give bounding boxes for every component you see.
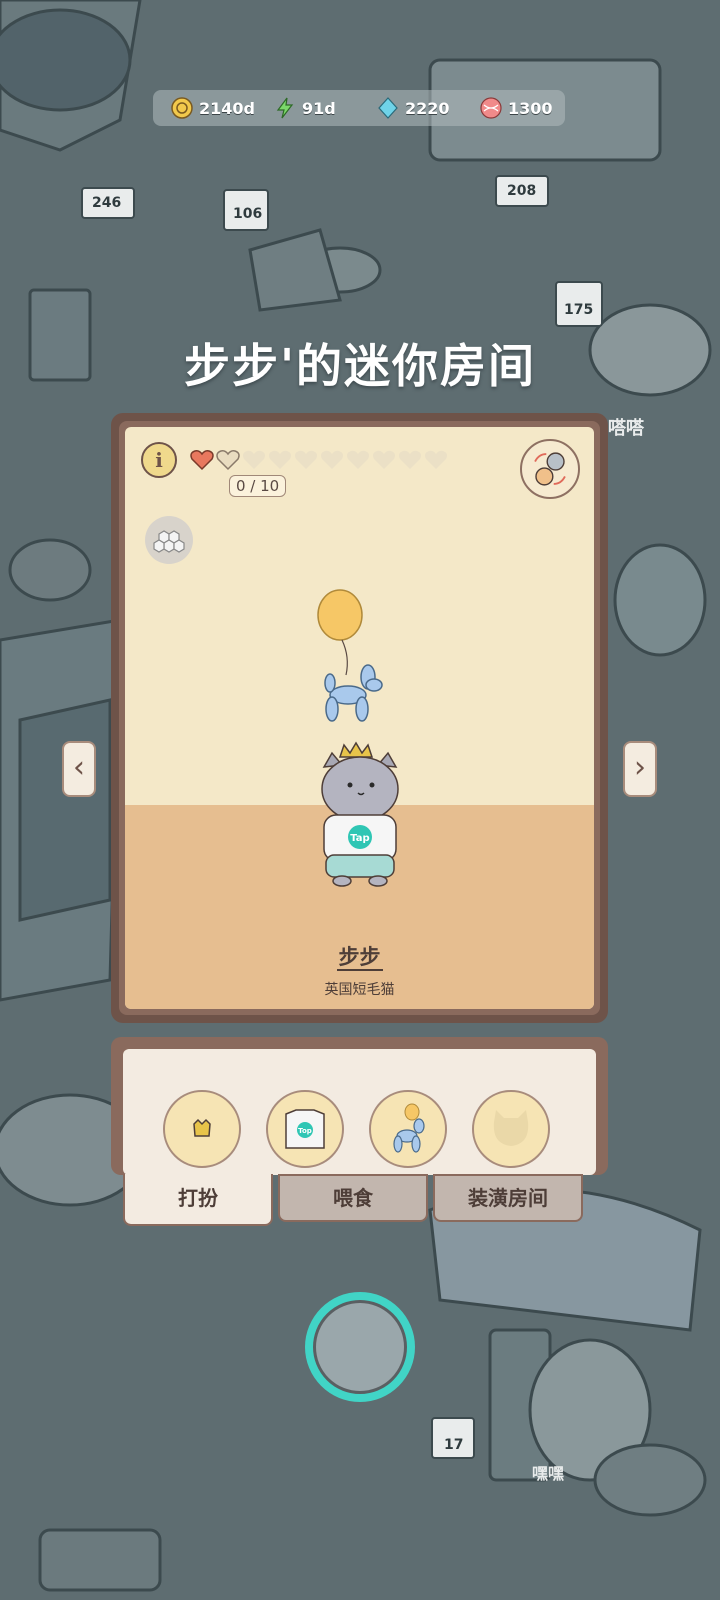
tap-shirt-icon: Top: [285, 1109, 325, 1149]
tab-dressup[interactable]: 打扮: [123, 1174, 273, 1226]
sign-246: 246: [92, 195, 122, 211]
diamond-value: 2220: [405, 98, 450, 118]
svg-text:Top: Top: [298, 1127, 312, 1135]
room-title: 步步'的迷你房间: [183, 339, 537, 393]
affection-progress: 0 / 10: [229, 475, 287, 497]
coin-counter[interactable]: 2140d: [153, 97, 256, 119]
heart-empty-icon: [319, 449, 345, 471]
heart-empty-icon: [371, 449, 397, 471]
next-cat-button[interactable]: ›: [623, 741, 657, 797]
balloon-dog-toy[interactable]: [310, 587, 390, 727]
cat-swap-icon: [534, 452, 566, 486]
sound-text-2: 嘿嘿: [532, 1464, 565, 1483]
diamond-counter[interactable]: 2220: [359, 97, 462, 119]
slot-toy[interactable]: [369, 1090, 447, 1168]
tab-decorate-room[interactable]: 装潢房间: [433, 1174, 583, 1222]
heart-empty-icon: [423, 449, 449, 471]
yarn-ball-icon: [480, 97, 502, 119]
affection-hearts: [189, 449, 449, 471]
coin-icon: [171, 97, 193, 119]
coin-value: 2140d: [199, 98, 255, 118]
sign-175: 175: [564, 302, 594, 318]
honeycomb-button[interactable]: [145, 516, 193, 564]
heart-empty-icon: [267, 449, 293, 471]
yarn-value: 1300: [508, 98, 553, 118]
room-frame: i 0 / 10 Tap 步步 英国短毛猫: [111, 413, 608, 1023]
tab-feed[interactable]: 喂食: [278, 1174, 428, 1222]
sign-208: 208: [507, 183, 537, 199]
dressup-panel: Top: [111, 1037, 608, 1175]
energy-counter[interactable]: 91d: [256, 97, 359, 119]
heart-empty-icon: [241, 449, 267, 471]
heart-empty-icon: [293, 449, 319, 471]
shirt-text: Tap: [350, 833, 369, 844]
energy-value: 91d: [302, 98, 336, 118]
slot-accessory[interactable]: [163, 1090, 241, 1168]
heart-filled-icon: [189, 449, 215, 471]
camera-shutter-button[interactable]: [305, 1292, 415, 1402]
yarn-counter[interactable]: 1300: [462, 97, 565, 119]
room-view[interactable]: i 0 / 10 Tap 步步 英国短毛猫: [125, 427, 594, 1009]
diamond-icon: [378, 97, 398, 119]
cat-name: 步步: [338, 945, 381, 969]
dressup-panel-inner: Top: [123, 1049, 596, 1175]
sign-106: 106: [233, 206, 263, 222]
slot-shirt[interactable]: Top: [266, 1090, 344, 1168]
sound-text-1: 嗒嗒: [608, 418, 644, 439]
resource-bar: 2140d 91d 2220 1300: [153, 90, 565, 126]
balloon-dog-icon: [393, 1103, 425, 1153]
cat-name-underline: [337, 969, 383, 971]
accessory-icon: [193, 1118, 211, 1137]
heart-empty-icon: [397, 449, 423, 471]
switch-cat-button[interactable]: [520, 439, 580, 499]
heart-empty-icon: [345, 449, 371, 471]
slot-empty[interactable]: [472, 1090, 550, 1168]
info-button[interactable]: i: [141, 442, 177, 478]
shutter-inner: [313, 1300, 407, 1394]
cat-silhouette-icon: [493, 1110, 529, 1146]
honeycomb-icon: [153, 530, 185, 553]
energy-bolt-icon: [276, 97, 294, 119]
cat-character[interactable]: Tap: [310, 737, 410, 887]
cat-breed: 英国短毛猫: [324, 982, 395, 998]
prev-cat-button[interactable]: ‹: [62, 741, 96, 797]
heart-empty-icon: [215, 449, 241, 471]
sign-17: 17: [444, 1437, 464, 1453]
